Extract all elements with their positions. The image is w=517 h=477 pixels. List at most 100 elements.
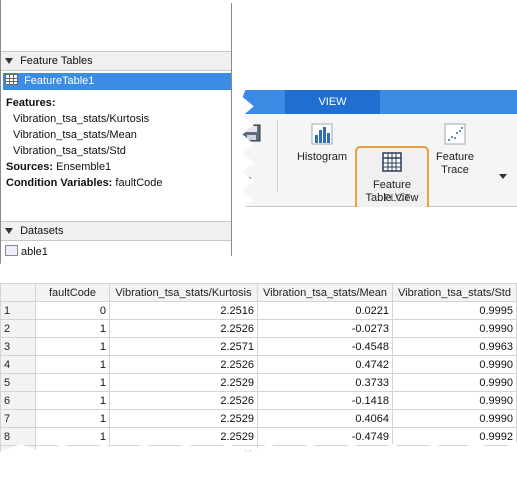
plot-section-divider xyxy=(287,215,497,216)
feature-trace-label-line1: Feature xyxy=(436,151,474,163)
feature-list-item: Vibration_tsa_stats/Kurtosis xyxy=(13,113,150,125)
histogram-button[interactable]: Histogram xyxy=(289,120,355,164)
row-number: 8 xyxy=(0,427,36,446)
dataset-item-label: able1 xyxy=(21,246,48,258)
table-cell[interactable]: 0.4742 xyxy=(257,355,393,374)
table-cell[interactable]: -0.0273 xyxy=(257,319,393,338)
table-cell[interactable]: 0.9990 xyxy=(392,319,517,338)
data-table: faultCode Vibration_tsa_stats/Kurtosis V… xyxy=(0,283,517,452)
table-cell[interactable]: 0.9990 xyxy=(392,355,517,374)
collapse-triangle-icon[interactable] xyxy=(5,58,13,65)
feature-trace-button[interactable]: Feature Trace xyxy=(429,120,481,177)
column-header[interactable]: Vibration_tsa_stats/Mean xyxy=(257,283,393,302)
table-grid-icon xyxy=(5,74,18,85)
row-number: 3 xyxy=(0,337,36,356)
condition-variables-row: Condition Variables: faultCode xyxy=(6,175,163,191)
table-cell[interactable]: 0.9954 xyxy=(392,445,517,452)
table-cell[interactable]: 0.9990 xyxy=(392,391,517,410)
table-cell[interactable]: 1 xyxy=(35,337,110,356)
table-cell[interactable]: 2.2586 xyxy=(109,445,258,452)
condition-variables-value: faultCode xyxy=(115,177,163,189)
table-cell[interactable]: 1 xyxy=(35,319,110,338)
tab-view[interactable]: VIEW xyxy=(285,90,380,114)
table-row[interactable]: 2.2586 0.9954 xyxy=(0,445,517,452)
datasets-section-header[interactable]: Datasets xyxy=(1,221,231,241)
table-row[interactable]: 8 1 2.2529 -0.4749 0.9992 xyxy=(0,427,517,446)
table-row[interactable]: 2 1 2.2526 -0.0273 0.9990 xyxy=(0,319,517,338)
plot-section-label: PLOT xyxy=(384,193,411,204)
table-cell[interactable]: 2.2526 xyxy=(109,319,258,338)
column-header[interactable]: Vibration_tsa_stats/Std xyxy=(392,283,517,302)
feature-table-view-label-line1: Feature xyxy=(373,179,411,191)
histogram-button-label: Histogram xyxy=(296,151,348,163)
table-cell[interactable]: 2.2526 xyxy=(109,391,258,410)
table-cell[interactable]: 1 xyxy=(35,409,110,428)
column-header[interactable] xyxy=(0,283,36,302)
feature-table-item-label: FeatureTable1 xyxy=(24,75,95,87)
table-cell[interactable]: 0.9963 xyxy=(392,337,517,356)
table-cell[interactable]: 1 xyxy=(35,391,110,410)
table-cell[interactable]: 1 xyxy=(35,355,110,374)
feature-tables-section-header[interactable]: Feature Tables xyxy=(1,51,231,71)
toolstrip: VIEW ion Histogram Feature Table View Fe… xyxy=(237,90,517,207)
sources-row: Sources: Ensemble1 xyxy=(6,159,163,175)
table-cell[interactable]: 1 xyxy=(35,373,110,392)
table-cell[interactable]: 0.9990 xyxy=(392,373,517,392)
table-cell[interactable]: -0.4548 xyxy=(257,337,393,356)
table-row[interactable]: 6 1 2.2526 -0.1418 0.9990 xyxy=(0,391,517,410)
save-icon xyxy=(242,124,261,142)
collapse-triangle-icon[interactable] xyxy=(5,228,13,235)
panel-blank-area xyxy=(1,0,231,50)
table-row[interactable]: 1 0 2.2516 0.0221 0.9995 xyxy=(0,301,517,320)
table-cell[interactable]: 0.9995 xyxy=(392,301,517,320)
feature-trace-label-line2: Trace xyxy=(441,164,469,176)
row-number: 6 xyxy=(0,391,36,410)
table-cell[interactable]: 0.9990 xyxy=(392,409,517,428)
features-label: Features: xyxy=(6,97,56,109)
sources-label: Sources: xyxy=(6,161,54,173)
feature-browser-panel: Feature Tables FeatureTable1 Features: V… xyxy=(0,0,232,264)
table-row[interactable]: 4 1 2.2526 0.4742 0.9990 xyxy=(0,355,517,374)
toolstrip-tab-bar: VIEW xyxy=(242,90,517,114)
more-options-chevron-down-icon[interactable] xyxy=(499,174,507,179)
table-cell[interactable] xyxy=(257,445,393,452)
table-cell[interactable]: 2.2529 xyxy=(109,427,258,446)
toolstrip-body: ion Histogram Feature Table View Feature… xyxy=(237,114,517,207)
condition-variables-label: Condition Variables: xyxy=(6,177,113,189)
row-number: 5 xyxy=(0,373,36,392)
table-row[interactable]: 7 1 2.2529 0.4064 0.9990 xyxy=(0,409,517,428)
table-cell[interactable]: 2.2529 xyxy=(109,373,258,392)
feature-table-view: faultCode Vibration_tsa_stats/Kurtosis V… xyxy=(0,283,517,452)
table-cell[interactable] xyxy=(35,445,110,452)
sources-value: Ensemble1 xyxy=(56,161,112,173)
table-row[interactable]: 5 1 2.2529 0.3733 0.9990 xyxy=(0,373,517,392)
column-header[interactable]: Vibration_tsa_stats/Kurtosis xyxy=(109,283,258,302)
table-cell[interactable]: 0.0221 xyxy=(257,301,393,320)
table-cell[interactable]: 0 xyxy=(35,301,110,320)
column-header[interactable]: faultCode xyxy=(35,283,110,302)
table-cell[interactable]: 0.9992 xyxy=(392,427,517,446)
table-cell[interactable]: 1 xyxy=(35,427,110,446)
toolstrip-separator xyxy=(277,120,278,192)
table-cell[interactable]: -0.4749 xyxy=(257,427,393,446)
table-cell[interactable]: 2.2529 xyxy=(109,409,258,428)
dataset-icon xyxy=(5,245,18,256)
feature-table-item[interactable]: FeatureTable1 xyxy=(3,73,231,90)
table-cell[interactable]: 2.2516 xyxy=(109,301,258,320)
table-header-row: faultCode Vibration_tsa_stats/Kurtosis V… xyxy=(0,283,517,302)
table-cell[interactable]: -0.1418 xyxy=(257,391,393,410)
save-button[interactable] xyxy=(242,124,262,142)
row-number: 4 xyxy=(0,355,36,374)
datasets-header-label: Datasets xyxy=(20,225,64,237)
feature-tables-header-label: Feature Tables xyxy=(20,55,93,67)
table-row[interactable]: 3 1 2.2571 -0.4548 0.9963 xyxy=(0,337,517,356)
table-cell[interactable]: 2.2526 xyxy=(109,355,258,374)
table-cell[interactable]: 0.3733 xyxy=(257,373,393,392)
table-cell[interactable]: 0.4064 xyxy=(257,409,393,428)
dataset-item[interactable]: able1 xyxy=(3,244,48,260)
trace-icon xyxy=(444,123,466,145)
histogram-icon xyxy=(311,123,333,145)
partial-button-label: ion xyxy=(237,174,252,186)
table-cell[interactable]: 2.2571 xyxy=(109,337,258,356)
row-number: 2 xyxy=(0,319,36,338)
